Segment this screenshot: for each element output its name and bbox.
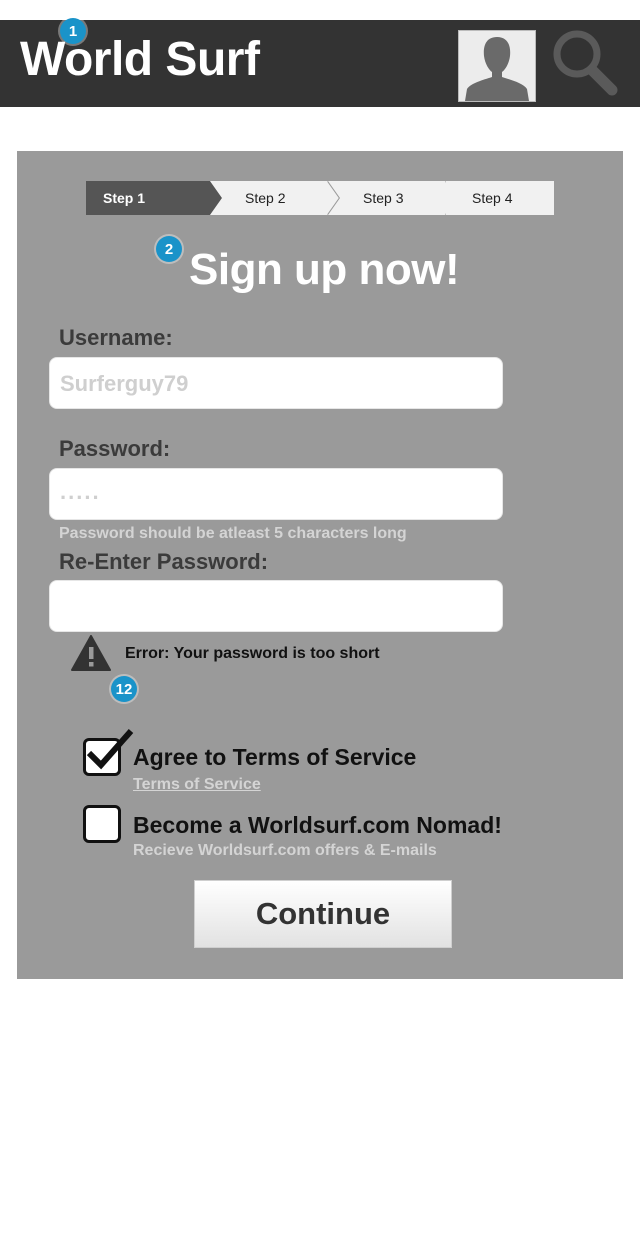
search-button[interactable] — [548, 26, 624, 102]
username-value: Surferguy79 — [60, 371, 189, 396]
page-title: Sign up now! — [189, 245, 460, 294]
username-input[interactable]: Surferguy79 — [49, 357, 503, 409]
step-progress: Step 1 Step 2 Step 3 Step 4 — [86, 181, 554, 215]
error-message: Error: Your password is too short — [71, 635, 380, 676]
continue-button[interactable]: Continue — [194, 880, 452, 948]
annotation-badge-12: 12 — [111, 676, 137, 702]
nomad-label: Become a Worldsurf.com Nomad! — [133, 812, 502, 838]
password-hint: Password should be atleast 5 characters … — [59, 525, 407, 542]
user-avatar-button[interactable] — [458, 30, 536, 102]
error-text: Error: Your password is too short — [125, 645, 380, 662]
terms-of-service-link[interactable]: Terms of Service — [133, 776, 261, 794]
step-2[interactable]: Step 2 — [210, 181, 342, 215]
reenter-password-input[interactable] — [49, 580, 503, 632]
step-1[interactable]: Step 1 — [86, 181, 222, 215]
nomad-subtext: Recieve Worldsurf.com offers & E-mails — [133, 842, 437, 859]
app-logo[interactable]: World Surf — [20, 32, 260, 88]
user-silhouette-icon — [459, 31, 535, 101]
signup-card: Step 1 Step 2 Step 3 Step 4 2 Sign up no… — [17, 151, 623, 979]
nomad-checkbox[interactable] — [83, 805, 121, 843]
terms-checkbox[interactable] — [83, 729, 134, 776]
checkmark-icon — [86, 729, 134, 770]
username-label: Username: — [59, 325, 173, 350]
password-label: Password: — [59, 436, 171, 461]
step-4[interactable]: Step 4 — [446, 181, 554, 215]
annotation-badge-2: 2 — [156, 236, 182, 262]
warning-triangle-icon — [71, 635, 111, 671]
password-value: ..... — [60, 479, 101, 504]
annotation-badge-1: 1 — [60, 18, 86, 44]
terms-label: Agree to Terms of Service — [133, 744, 417, 770]
reenter-password-label: Re-Enter Password: — [59, 549, 269, 574]
app-header: World Surf 1 — [0, 18, 640, 107]
password-input[interactable]: ..... — [49, 468, 503, 520]
magnifier-icon — [553, 30, 618, 96]
step-3[interactable]: Step 3 — [328, 181, 460, 215]
